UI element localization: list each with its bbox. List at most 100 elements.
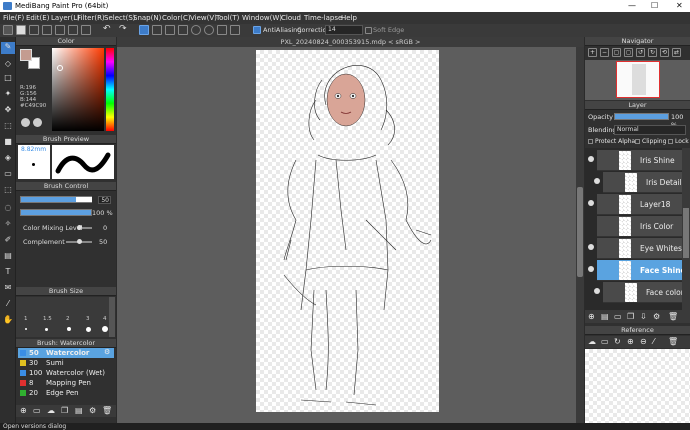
brush-folder-icon[interactable]: ▭ <box>33 406 41 415</box>
zoom-out-icon[interactable]: − <box>600 48 609 57</box>
snap-parallel-icon[interactable] <box>152 25 162 35</box>
menu-snap[interactable]: Snap(N) <box>133 14 161 22</box>
layer-row[interactable]: Iris Color <box>597 216 690 237</box>
scrollbar-thumb[interactable] <box>577 187 583 277</box>
text-tool-icon[interactable]: T <box>3 267 13 277</box>
eyedropper-tool-icon[interactable]: ⁄ <box>3 299 13 309</box>
eye-icon[interactable] <box>588 266 594 272</box>
hand-tool-icon[interactable]: ✋ <box>3 315 13 325</box>
add-halftone-layer-icon[interactable]: ▤ <box>601 312 609 321</box>
rotate-left-icon[interactable]: ↺ <box>636 48 645 57</box>
eraser-tool-icon[interactable]: ◇ <box>3 59 13 69</box>
actual-size-icon[interactable]: ◻ <box>624 48 633 57</box>
brush-item-watercolor[interactable]: 50 Watercolor ⚙ <box>18 348 114 358</box>
blending-select[interactable]: Normal <box>614 125 686 135</box>
delete-brush-icon[interactable]: 🗑 <box>102 406 112 415</box>
snap-off-icon[interactable] <box>139 25 149 35</box>
color-saturation-field[interactable] <box>52 48 104 131</box>
eye-icon[interactable] <box>594 178 600 184</box>
brush-cloud-icon[interactable]: ☁ <box>47 406 55 415</box>
snap-curve-icon[interactable] <box>217 25 227 35</box>
reference-refresh-icon[interactable]: ↻ <box>614 337 621 346</box>
reference-cloud-icon[interactable]: ☁ <box>588 337 596 346</box>
close-button[interactable]: ✕ <box>676 1 683 10</box>
menu-cloud[interactable]: Cloud <box>281 14 301 22</box>
redo-icon[interactable]: ↷ <box>119 24 127 34</box>
brush-copy-icon[interactable]: ❐ <box>61 406 68 415</box>
reference-image-area[interactable] <box>585 349 690 423</box>
menu-tool[interactable]: Tool(T) <box>216 14 239 22</box>
antialiasing-checkbox[interactable] <box>253 26 261 34</box>
reference-zoom-in-icon[interactable]: ⊕ <box>627 337 634 346</box>
reference-delete-icon[interactable]: 🗑 <box>668 337 678 346</box>
balloon-tool-icon[interactable]: ✉ <box>3 283 13 293</box>
duplicate-layer-icon[interactable]: ❐ <box>627 312 634 321</box>
lasso-tool-icon[interactable]: ◌ <box>3 203 13 213</box>
size-preset-1[interactable]: 1 <box>24 316 28 322</box>
palette-icon[interactable] <box>16 25 26 35</box>
brush-item-watercolor-wet[interactable]: 100 Watercolor (Wet) <box>18 368 114 378</box>
minimize-button[interactable]: — <box>628 1 636 10</box>
size-preset-3[interactable]: 3 <box>86 316 90 322</box>
complement-slider[interactable] <box>66 239 92 244</box>
document-tab[interactable]: PXL_20240824_000353915.mdp < sRGB > <box>117 37 584 47</box>
snap-cross-icon[interactable] <box>165 25 175 35</box>
reference-open-icon[interactable]: ▭ <box>601 337 609 346</box>
rotate-right-icon[interactable]: ↻ <box>648 48 657 57</box>
brush-color-icon[interactable] <box>3 25 13 35</box>
frame-icon[interactable] <box>55 25 65 35</box>
menu-help[interactable]: Help <box>341 14 357 22</box>
fill-rect-tool-icon[interactable]: ■ <box>3 137 13 147</box>
snap-settings-icon[interactable] <box>230 25 240 35</box>
zoom-in-icon[interactable]: + <box>588 48 597 57</box>
brush-item-mapping-pen[interactable]: 8 Mapping Pen <box>18 378 114 388</box>
correction-select[interactable]: 14 <box>325 25 363 35</box>
divide-tool-icon[interactable]: ▤ <box>3 251 13 261</box>
menu-select[interactable]: Select(S) <box>104 14 136 22</box>
protect-alpha-checkbox[interactable] <box>588 139 593 144</box>
transform-icon[interactable] <box>81 25 91 35</box>
delete-layer-icon[interactable]: 🗑 <box>668 312 678 321</box>
magic-wand-tool-icon[interactable]: ✧ <box>3 219 13 229</box>
brush-size-slider[interactable] <box>20 196 92 203</box>
menu-file[interactable]: File(F) <box>3 14 24 22</box>
add-brush-icon[interactable]: ⊕ <box>20 406 27 415</box>
color-mixing-slider[interactable] <box>77 225 92 230</box>
snap-circle-icon[interactable] <box>204 25 214 35</box>
snap-radial-icon[interactable] <box>191 25 201 35</box>
undo-icon[interactable]: ↶ <box>103 24 111 34</box>
reference-zoom-out-icon[interactable]: ⊖ <box>640 337 647 346</box>
transform-tool-icon[interactable]: ⬚ <box>3 121 13 131</box>
move-tool-icon[interactable]: ✥ <box>3 105 13 115</box>
gradient-tool-icon[interactable]: ▭ <box>3 169 13 179</box>
flip-icon[interactable]: ⇄ <box>672 48 681 57</box>
eye-icon[interactable] <box>594 288 600 294</box>
canvas-paper[interactable] <box>256 50 439 412</box>
eye-icon[interactable] <box>588 244 594 250</box>
layer-opacity-slider[interactable] <box>614 113 669 120</box>
brush-import-icon[interactable]: ▤ <box>75 406 83 415</box>
brush-size-scrollbar[interactable] <box>109 297 115 337</box>
size-preset-2[interactable]: 2 <box>66 316 70 322</box>
layer-settings-icon[interactable]: ⚙ <box>653 312 660 321</box>
size-preset-4[interactable]: 4 <box>103 316 107 322</box>
brush-item-edge-pen[interactable]: 20 Edge Pen <box>18 388 114 398</box>
menu-view[interactable]: View(V) <box>190 14 217 22</box>
layer-list-scrollbar[interactable] <box>682 148 690 310</box>
layer-row-selected[interactable]: Face Shine <box>588 260 690 281</box>
layer-row[interactable]: Layer18 <box>588 194 690 215</box>
reference-eyedropper-icon[interactable]: ⁄ <box>653 337 654 346</box>
size-preset-1-5[interactable]: 1.5 <box>43 316 52 322</box>
eye-icon[interactable] <box>588 200 594 206</box>
palette-swap-icon[interactable] <box>33 118 42 127</box>
rectangle-tool-icon[interactable]: □ <box>3 73 13 83</box>
rotate-icon[interactable] <box>68 25 78 35</box>
add-folder-icon[interactable]: ▭ <box>614 312 622 321</box>
brush-item-sumi[interactable]: 30 Sumi <box>18 358 114 368</box>
canvas-vertical-scrollbar[interactable] <box>576 47 584 423</box>
color-picker-cursor[interactable] <box>57 65 63 71</box>
menu-filter[interactable]: Filter(R) <box>77 14 105 22</box>
brush-settings-icon[interactable]: ⚙ <box>89 406 96 415</box>
menu-window[interactable]: Window(W) <box>242 14 282 22</box>
lock-checkbox[interactable] <box>668 139 673 144</box>
